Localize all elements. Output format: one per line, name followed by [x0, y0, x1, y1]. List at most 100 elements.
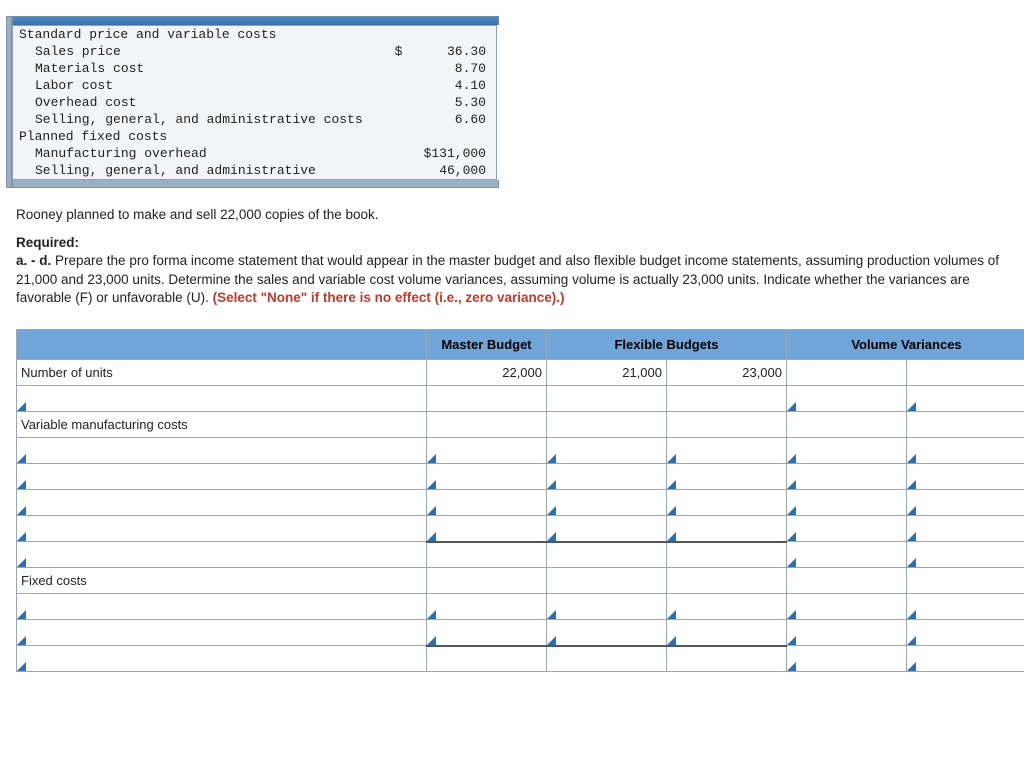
fc-header-row: Fixed costs — [17, 568, 1024, 594]
subtotal-cell[interactable] — [667, 542, 787, 568]
input-cell[interactable] — [907, 490, 1024, 516]
input-cell[interactable] — [427, 594, 547, 620]
header-volume-variances: Volume Variances — [787, 330, 1024, 360]
input-label[interactable] — [17, 464, 427, 490]
subtotal-cell[interactable] — [427, 542, 547, 568]
vmc-row-2 — [17, 464, 1024, 490]
input-cell[interactable] — [547, 516, 667, 542]
input-cell[interactable] — [907, 542, 1024, 568]
input-cell[interactable] — [427, 386, 547, 412]
input-cell[interactable] — [907, 516, 1024, 542]
blank-cell — [907, 412, 1024, 438]
net-income-row — [17, 646, 1024, 672]
input-cell[interactable] — [427, 464, 547, 490]
fc-label: Fixed costs — [17, 568, 427, 594]
input-cell[interactable] — [787, 620, 907, 646]
sales-label-input[interactable] — [17, 386, 427, 412]
input-cell[interactable] — [427, 516, 547, 542]
scroll-top-bar — [12, 16, 499, 25]
input-cell[interactable] — [667, 386, 787, 412]
input-cell[interactable] — [787, 464, 907, 490]
row-label: Selling, general, and administrative cos… — [13, 111, 388, 128]
vmc-row-3 — [17, 490, 1024, 516]
blank-cell — [427, 412, 547, 438]
input-cell[interactable] — [547, 594, 667, 620]
section-title: Standard price and variable costs — [13, 26, 497, 44]
row-label: Overhead cost — [13, 94, 388, 111]
input-cell[interactable] — [547, 386, 667, 412]
vmc-row-1 — [17, 438, 1024, 464]
input-cell[interactable] — [427, 438, 547, 464]
input-label[interactable] — [17, 490, 427, 516]
blank-cell — [547, 568, 667, 594]
input-label[interactable] — [17, 516, 427, 542]
input-cell[interactable] — [787, 490, 907, 516]
input-cell[interactable] — [667, 620, 787, 646]
input-cell[interactable] — [427, 490, 547, 516]
vmc-label: Variable manufacturing costs — [17, 412, 427, 438]
input-cell[interactable] — [667, 594, 787, 620]
input-cell[interactable] — [787, 542, 907, 568]
input-cell[interactable] — [907, 646, 1024, 672]
input-cell[interactable] — [787, 516, 907, 542]
input-label[interactable] — [17, 542, 427, 568]
blank-cell — [787, 568, 907, 594]
input-cell[interactable] — [667, 438, 787, 464]
input-label[interactable] — [17, 438, 427, 464]
input-cell[interactable] — [667, 464, 787, 490]
units-flex2-cell: 23,000 — [667, 360, 787, 386]
scroll-bottom-ridge — [12, 180, 499, 188]
given-data-table: Standard price and variable costs Sales … — [12, 25, 497, 180]
header-row: Master Budget Flexible Budgets Volume Va… — [17, 330, 1024, 360]
subtotal-cell[interactable] — [547, 542, 667, 568]
input-label[interactable] — [17, 594, 427, 620]
input-label[interactable] — [17, 620, 427, 646]
header-flexible-budgets: Flexible Budgets — [547, 330, 787, 360]
input-cell[interactable] — [907, 386, 1024, 412]
question-text: Rooney planned to make and sell 22,000 c… — [16, 206, 1008, 307]
row-label: Manufacturing overhead — [13, 145, 388, 162]
req-prefix: a. - d. — [16, 253, 51, 268]
input-cell[interactable] — [547, 464, 667, 490]
fc-row-2 — [17, 620, 1024, 646]
input-cell[interactable] — [667, 516, 787, 542]
units-label: Number of units — [17, 360, 427, 386]
input-cell[interactable] — [547, 620, 667, 646]
blank-cell — [547, 412, 667, 438]
total-cell[interactable] — [427, 646, 547, 672]
units-flex1-cell: 21,000 — [547, 360, 667, 386]
scroll-left-ridge — [6, 16, 12, 188]
input-cell[interactable] — [547, 490, 667, 516]
input-cell[interactable] — [787, 438, 907, 464]
intro-paragraph: Rooney planned to make and sell 22,000 c… — [16, 206, 1008, 224]
blank-cell — [787, 412, 907, 438]
total-cell[interactable] — [667, 646, 787, 672]
input-cell[interactable] — [907, 620, 1024, 646]
input-cell[interactable] — [907, 594, 1024, 620]
input-cell[interactable] — [547, 438, 667, 464]
input-cell[interactable] — [427, 620, 547, 646]
row-label: Materials cost — [13, 60, 388, 77]
blank-cell — [667, 412, 787, 438]
units-variance-type[interactable] — [907, 360, 1024, 386]
required-label: Required: — [16, 235, 79, 250]
sales-row — [17, 386, 1024, 412]
input-cell[interactable] — [907, 438, 1024, 464]
row-label: Selling, general, and administrative — [13, 162, 388, 180]
units-row: Number of units 22,000 21,000 23,000 — [17, 360, 1024, 386]
section-title: Planned fixed costs — [13, 128, 497, 145]
header-master-budget: Master Budget — [427, 330, 547, 360]
blank-cell — [427, 568, 547, 594]
input-cell[interactable] — [907, 464, 1024, 490]
blank-cell — [667, 568, 787, 594]
header-blank — [17, 330, 427, 360]
vmc-row-4 — [17, 516, 1024, 542]
input-cell[interactable] — [667, 490, 787, 516]
total-cell[interactable] — [547, 646, 667, 672]
input-label[interactable] — [17, 646, 427, 672]
given-data-block: Standard price and variable costs Sales … — [12, 16, 1012, 188]
input-cell[interactable] — [787, 646, 907, 672]
input-cell[interactable] — [787, 594, 907, 620]
units-variance-amount[interactable] — [787, 360, 907, 386]
input-cell[interactable] — [787, 386, 907, 412]
